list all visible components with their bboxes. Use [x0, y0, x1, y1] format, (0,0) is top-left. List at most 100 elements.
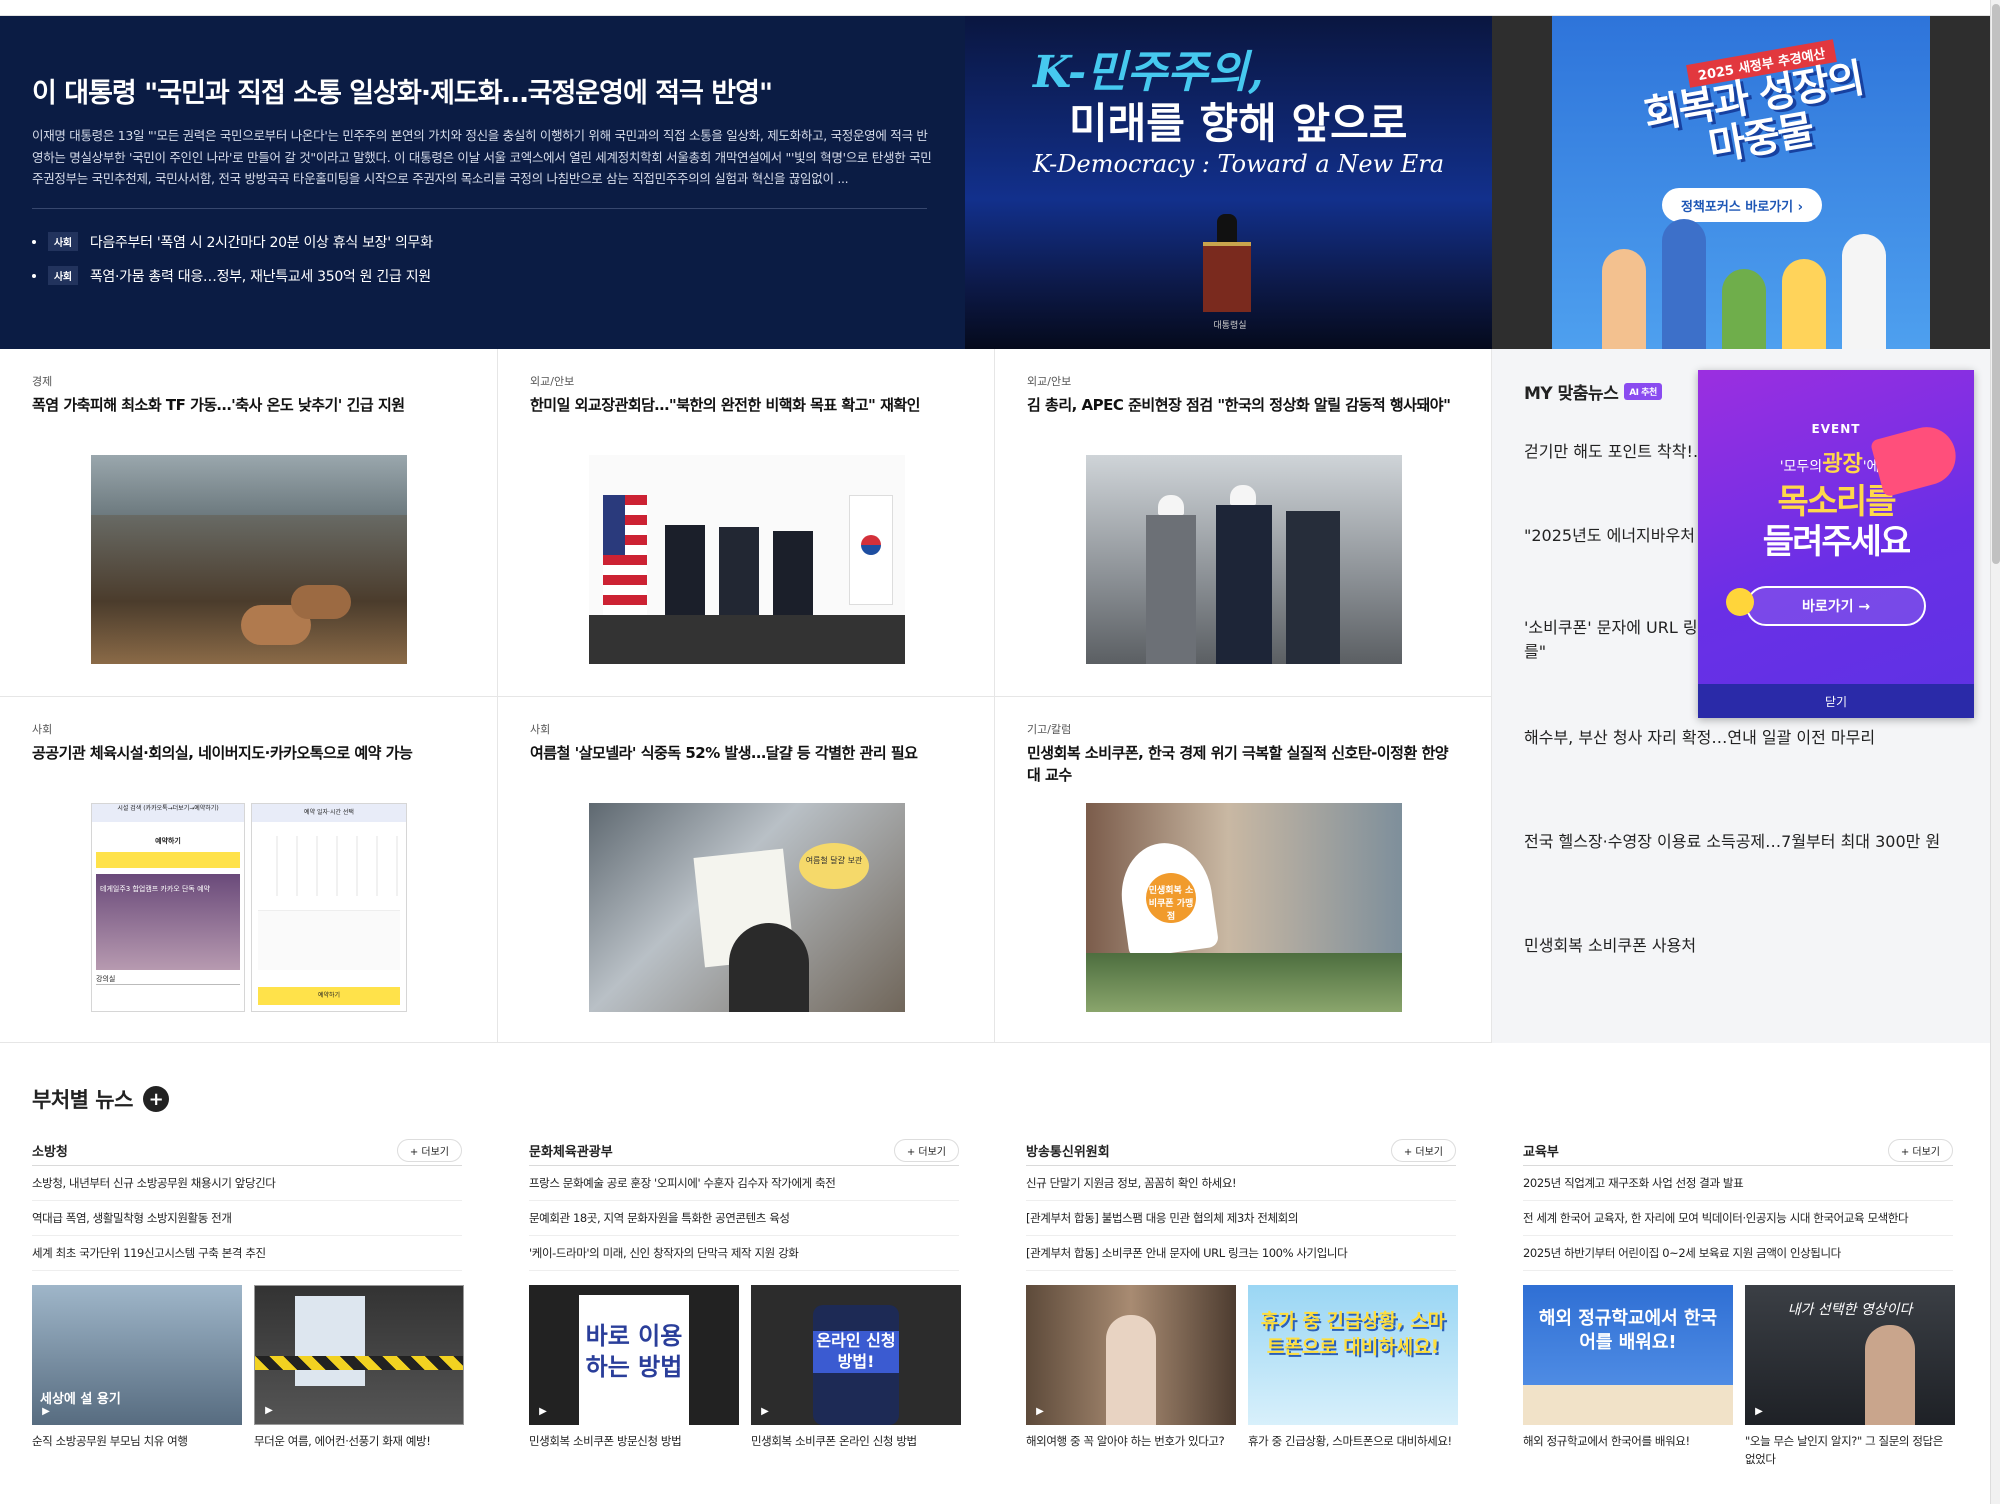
- video-card[interactable]: ▶ 무더운 여름, 에어컨·선풍기 화재 예방!: [254, 1285, 464, 1451]
- dept-news-item[interactable]: 신규 단말기 지원금 정보, 꼼꼼히 확인 하세요!: [1026, 1166, 1456, 1201]
- my-news-item[interactable]: 전국 헬스장·수영장 이용료 소득공제…7월부터 최대 300만 원: [1524, 828, 1958, 918]
- headline-lead[interactable]: 이재명 대통령은 13일 "'모든 권력은 국민으로부터 나온다'는 민주주의 …: [32, 125, 932, 190]
- article-category: 기고/칼럼: [1027, 723, 1072, 736]
- k-democracy-banner[interactable]: K-민주주의, 미래를 향해 앞으로 K-Democracy : Toward …: [965, 16, 1492, 349]
- video-thumbnail[interactable]: 바로 이용하는 방법 ▶: [529, 1285, 739, 1425]
- dept-news-item[interactable]: 2025년 하반기부터 어린이집 0~2세 보육료 지원 금액이 인상됩니다: [1523, 1236, 1953, 1271]
- video-card[interactable]: 해외 정규학교에서 한국어를 배워요! 해외 정규학교에서 한국어를 배워요!: [1523, 1285, 1733, 1469]
- popup-close-button[interactable]: 닫기: [1698, 684, 1974, 718]
- article-title[interactable]: 여름철 '살모넬라' 식중독 52% 발생…달걀 등 각별한 관리 필요: [530, 743, 962, 765]
- dept-news-item[interactable]: 문예회관 18곳, 지역 문화자원을 특화한 공연콘텐츠 육성: [529, 1201, 959, 1236]
- dept-news-item[interactable]: 전 세계 한국어 교육자, 한 자리에 모여 빅데이터·인공지능 시대 한국어교…: [1523, 1201, 1953, 1236]
- more-button[interactable]: + 더보기: [1390, 1139, 1456, 1162]
- video-thumbnail[interactable]: ▶: [1026, 1285, 1236, 1425]
- video-thumbnail[interactable]: 내가 선택한 영상이다 ▶: [1745, 1285, 1955, 1425]
- dept-news-item[interactable]: 2025년 직업계고 재구조화 사업 선정 결과 발표: [1523, 1166, 1953, 1201]
- video-caption[interactable]: 민생회복 소비쿠폰 방문신청 방법: [529, 1433, 739, 1451]
- video-caption[interactable]: 휴가 중 긴급상황, 스마트폰으로 대비하세요!: [1248, 1433, 1458, 1451]
- video-thumbnail[interactable]: 세상에 설 용기 ▶: [32, 1285, 242, 1425]
- more-button[interactable]: + 더보기: [396, 1139, 462, 1162]
- article-category: 외교/안보: [530, 375, 575, 388]
- article-card[interactable]: 사회 공공기관 체육시설·회의실, 네이버지도·카카오톡으로 예약 가능 시설 …: [0, 697, 498, 1043]
- play-icon[interactable]: ▶: [1032, 1403, 1048, 1419]
- page-scrollbar[interactable]: [1990, 0, 2000, 1504]
- play-icon[interactable]: ▶: [38, 1403, 54, 1419]
- video-thumbnail[interactable]: 온라인 신청 방법! ▶: [751, 1285, 961, 1425]
- related-link[interactable]: 사회 폭염·가뭄 총력 대응…정부, 재난특교세 350억 원 긴급 지원: [32, 259, 933, 293]
- event-popup[interactable]: EVENT '모두의광장'에서 목소리를 들려주세요 바로가기 → 닫기: [1698, 370, 1974, 718]
- dept-name[interactable]: 방송통신위원회: [1026, 1141, 1110, 1160]
- video-caption[interactable]: 순직 소방공무원 부모님 치유 여행: [32, 1433, 242, 1451]
- event-headline-2: 들려주세요: [1762, 522, 1911, 563]
- dept-name[interactable]: 소방청: [32, 1141, 68, 1160]
- headline-title[interactable]: 이 대통령 "국민과 직접 소통 일상화·제도화…국정운영에 적극 반영": [32, 76, 933, 111]
- more-button[interactable]: + 더보기: [1887, 1139, 1953, 1162]
- dept-news-item[interactable]: [관계부처 합동] 불법스팸 대응 민관 협의체 제3차 전체회의: [1026, 1201, 1456, 1236]
- video-thumbnail[interactable]: 해외 정규학교에서 한국어를 배워요!: [1523, 1285, 1733, 1425]
- article-card[interactable]: 외교/안보 김 총리, APEC 준비현장 점검 "한국의 정상화 알릴 감동적…: [995, 349, 1492, 697]
- article-title[interactable]: 한미일 외교장관회담…"북한의 완전한 비핵화 목표 확고" 재확인: [530, 395, 962, 417]
- video-caption[interactable]: 민생회복 소비쿠폰 온라인 신청 방법: [751, 1433, 961, 1451]
- video-thumbnail[interactable]: 휴가 중 긴급상황, 스마트폰으로 대비하세요!: [1248, 1285, 1458, 1425]
- my-news-item[interactable]: 민생회복 소비쿠폰 사용처: [1524, 932, 1958, 1020]
- reservation-app-screenshot[interactable]: 시설 검색 (카카오톡→더보기→예약하기) 예약하기 테게일주3 합업캠프 카카…: [91, 803, 407, 1012]
- video-caption[interactable]: 무더운 여름, 에어컨·선풍기 화재 예방!: [254, 1433, 464, 1451]
- related-links: 사회 다음주부터 '폭염 시 2시간마다 20분 이상 휴식 보장' 의무화 사회…: [32, 225, 933, 293]
- video-caption[interactable]: "오늘 무슨 날인지 알지?" 그 질문의 정답은 없었다: [1745, 1433, 1955, 1469]
- video-card[interactable]: 내가 선택한 영상이다 ▶ "오늘 무슨 날인지 알지?" 그 질문의 정답은 …: [1745, 1285, 1955, 1469]
- video-card[interactable]: 휴가 중 긴급상황, 스마트폰으로 대비하세요! 휴가 중 긴급상황, 스마트폰…: [1248, 1285, 1458, 1451]
- video-thumbnail[interactable]: ▶: [254, 1285, 464, 1425]
- livestock-barn-photo[interactable]: [91, 455, 407, 664]
- video-caption[interactable]: 해외여행 중 꼭 알아야 하는 번호가 있다고?: [1026, 1433, 1236, 1451]
- more-button[interactable]: + 더보기: [893, 1139, 959, 1162]
- app-search: 강의실: [96, 974, 240, 985]
- play-icon[interactable]: ▶: [261, 1402, 277, 1418]
- my-news-item-title[interactable]: 전국 헬스장·수영장 이용료 소득공제…7월부터 최대 300만 원: [1524, 832, 1940, 851]
- related-link[interactable]: 사회 다음주부터 '폭염 시 2시간마다 20분 이상 휴식 보장' 의무화: [32, 225, 933, 259]
- scrollbar-thumb[interactable]: [1992, 4, 2000, 564]
- video-card[interactable]: 온라인 신청 방법! ▶ 민생회복 소비쿠폰 온라인 신청 방법: [751, 1285, 961, 1451]
- video-card[interactable]: ▶ 해외여행 중 꼭 알아야 하는 번호가 있다고?: [1026, 1285, 1236, 1451]
- related-link-text[interactable]: 다음주부터 '폭염 시 2시간마다 20분 이상 휴식 보장' 의무화: [90, 232, 433, 252]
- dept-news-item[interactable]: 프랑스 문화예술 공로 훈장 '오피시에' 수훈자 김수자 작가에게 축전: [529, 1166, 959, 1201]
- video-overlay-text: 휴가 중 긴급상황, 스마트폰으로 대비하세요!: [1260, 1310, 1446, 1358]
- my-news-item-title[interactable]: 민생회복 소비쿠폰 사용처: [1524, 936, 1696, 955]
- bullet-icon: [32, 273, 36, 278]
- video-card[interactable]: 바로 이용하는 방법 ▶ 민생회복 소비쿠폰 방문신청 방법: [529, 1285, 739, 1451]
- policy-focus-button[interactable]: 정책포커스 바로가기 ›: [1662, 188, 1822, 222]
- article-card[interactable]: 경제 폭염 가축피해 최소화 TF 가동…'축사 온도 낮추기' 긴급 지원: [0, 349, 498, 697]
- dept-news-item[interactable]: 소방청, 내년부터 신규 소방공무원 채용시기 앞당긴다: [32, 1166, 462, 1201]
- headline-hero[interactable]: 이 대통령 "국민과 직접 소통 일상화·제도화…국정운영에 적극 반영" 이재…: [0, 16, 965, 349]
- video-caption[interactable]: 해외 정규학교에서 한국어를 배워요!: [1523, 1433, 1733, 1451]
- article-card[interactable]: 기고/칼럼 민생회복 소비쿠폰, 한국 경제 위기 극복할 실질적 신호탄-이정…: [995, 697, 1492, 1043]
- banner-headline: 회복과 성장의 마중물: [1640, 55, 1867, 171]
- play-icon[interactable]: ▶: [757, 1403, 773, 1419]
- market-coupon-photo[interactable]: 민생회복 소비쿠폰 가맹점: [1086, 803, 1402, 1012]
- article-title[interactable]: 민생회복 소비쿠폰, 한국 경제 위기 극복할 실질적 신호탄-이정환 한양대 …: [1027, 743, 1459, 787]
- apec-site-photo[interactable]: [1086, 455, 1402, 664]
- person-illustration: [1662, 219, 1706, 349]
- dept-news-item[interactable]: [관계부처 합동] 소비쿠폰 안내 문자에 URL 링크는 100% 사기입니다: [1026, 1236, 1456, 1271]
- plus-icon[interactable]: +: [142, 1086, 169, 1112]
- foreign-ministers-photo[interactable]: [589, 455, 905, 664]
- event-subtitle-bold: 광장: [1822, 452, 1863, 477]
- play-icon[interactable]: ▶: [1751, 1403, 1767, 1419]
- my-news-item-title[interactable]: 해수부, 부산 청사 자리 확정…연내 일괄 이전 마무리: [1524, 728, 1875, 747]
- dept-news-item[interactable]: 역대급 폭염, 생활밀착형 소방지원활동 전개: [32, 1201, 462, 1236]
- article-card[interactable]: 외교/안보 한미일 외교장관회담…"북한의 완전한 비핵화 목표 확고" 재확인: [498, 349, 995, 697]
- my-news-item[interactable]: 해수부, 부산 청사 자리 확정…연내 일괄 이전 마무리: [1524, 724, 1958, 814]
- event-go-button[interactable]: 바로가기 →: [1746, 586, 1926, 627]
- dept-news-item[interactable]: '케이-드라마'의 미래, 신인 창작자의 단막극 제작 지원 강화: [529, 1236, 959, 1271]
- article-card[interactable]: 사회 여름철 '살모넬라' 식중독 52% 발생…달걀 등 각별한 관리 필요 …: [498, 697, 995, 1043]
- article-title[interactable]: 김 총리, APEC 준비현장 점검 "한국의 정상화 알릴 감동적 행사돼야": [1027, 395, 1459, 417]
- play-icon[interactable]: ▶: [535, 1403, 551, 1419]
- article-title[interactable]: 폭염 가축피해 최소화 TF 가동…'축사 온도 낮추기' 긴급 지원: [32, 395, 465, 417]
- related-link-text[interactable]: 폭염·가뭄 총력 대응…정부, 재난특교세 350억 원 긴급 지원: [90, 266, 431, 286]
- article-title[interactable]: 공공기관 체육시설·회의실, 네이버지도·카카오톡으로 예약 가능: [32, 743, 465, 765]
- salmonella-campaign-photo[interactable]: 여름철 달걀 보관: [589, 803, 905, 1012]
- dept-news-item[interactable]: 세계 최초 국가단위 119신고시스템 구축 본격 추진: [32, 1236, 462, 1271]
- dept-name[interactable]: 문화체육관광부: [529, 1141, 613, 1160]
- dept-name[interactable]: 교육부: [1523, 1141, 1559, 1160]
- video-card[interactable]: 세상에 설 용기 ▶ 순직 소방공무원 부모님 치유 여행: [32, 1285, 242, 1451]
- budget-banner[interactable]: 2025 새정부 추경예산 회복과 성장의 마중물 정책포커스 바로가기 ›: [1552, 16, 1930, 349]
